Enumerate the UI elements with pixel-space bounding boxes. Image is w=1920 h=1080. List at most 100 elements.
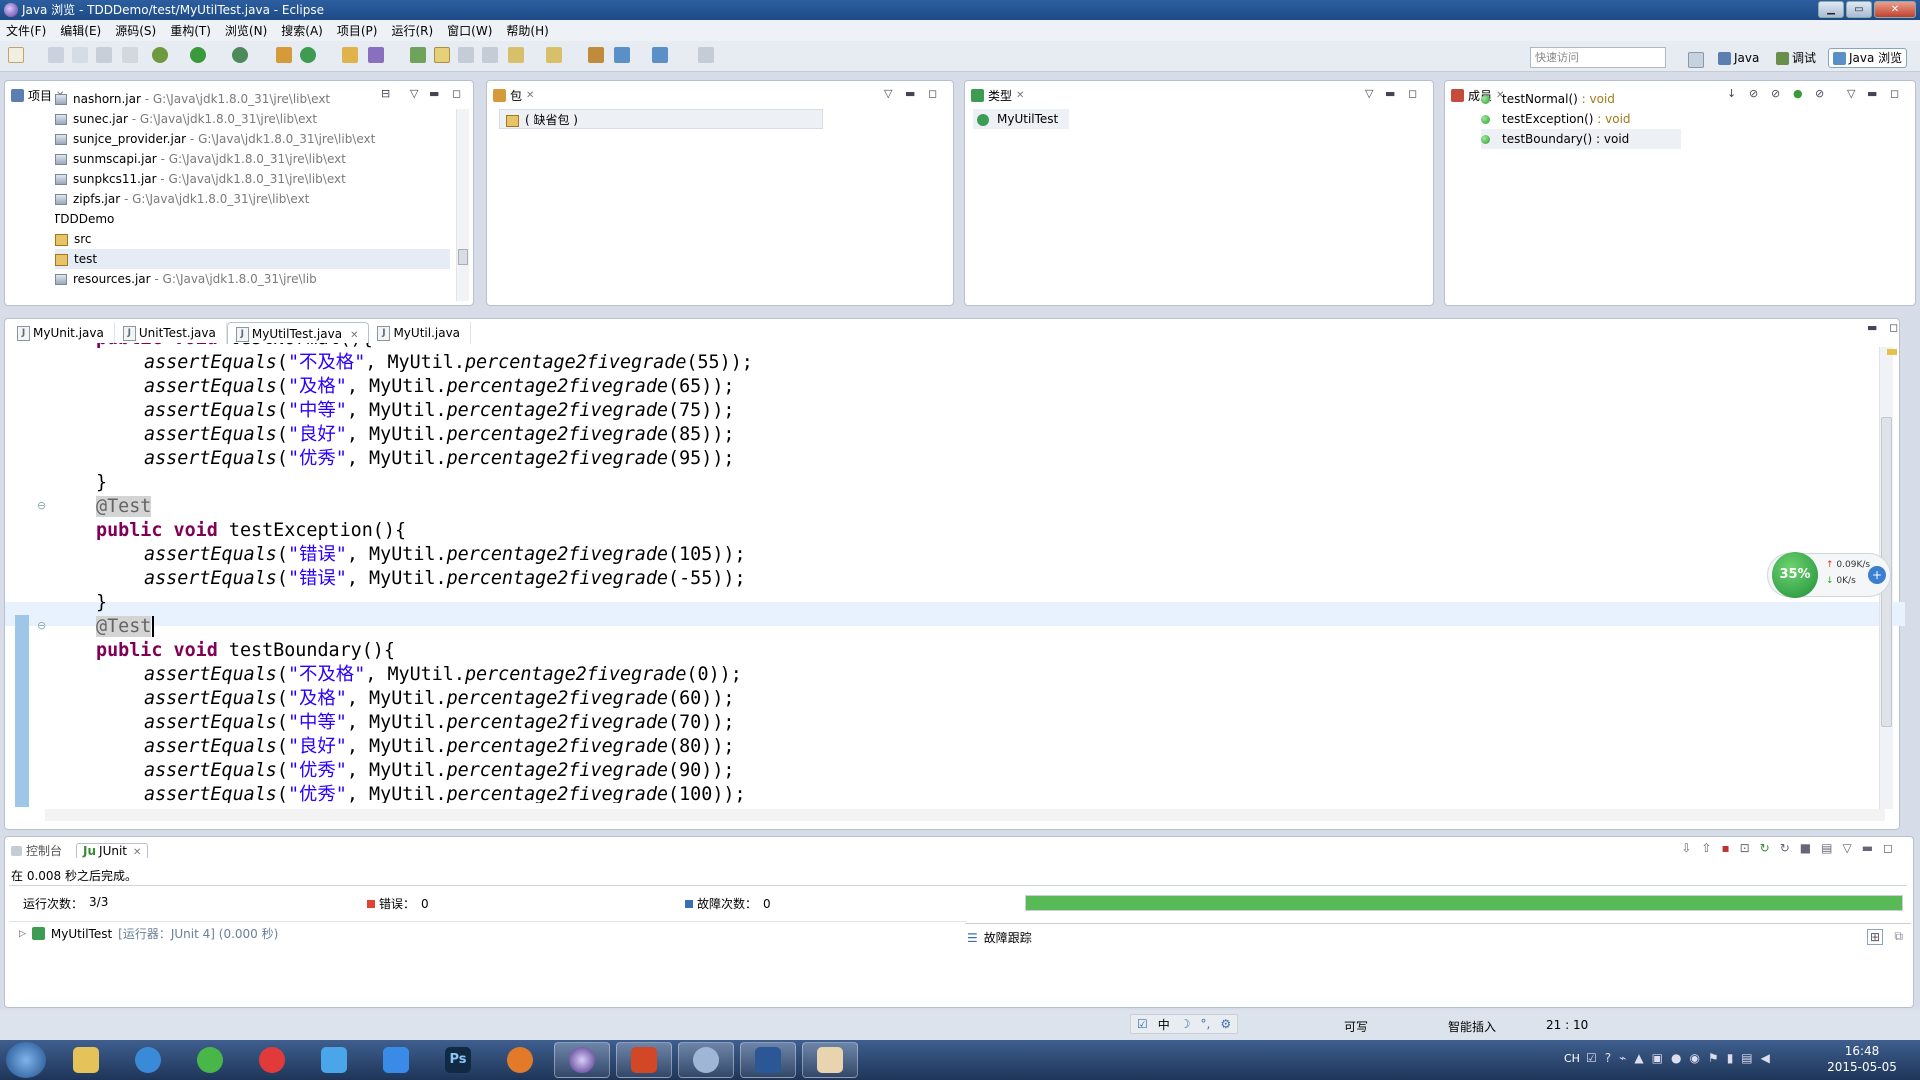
music-taskbar-button[interactable] bbox=[244, 1042, 300, 1078]
hide-static-icon[interactable]: ⊘ bbox=[1771, 87, 1780, 100]
close-icon[interactable]: ✕ bbox=[1016, 90, 1024, 101]
boost-icon[interactable]: + bbox=[1868, 566, 1886, 584]
save-icon[interactable] bbox=[48, 47, 64, 63]
type-item[interactable]: MyUtilTest bbox=[973, 109, 1069, 129]
new-class-icon[interactable] bbox=[300, 47, 316, 63]
search-icon[interactable] bbox=[368, 47, 384, 63]
editor-horizontal-scrollbar[interactable] bbox=[45, 809, 1885, 821]
open-perspective-icon[interactable] bbox=[1688, 52, 1704, 68]
editor-tab-unittest[interactable]: UnitTest.java bbox=[115, 322, 227, 344]
maximize-button[interactable]: ▭ bbox=[1846, 1, 1872, 18]
menu-project[interactable]: 项目(P) bbox=[337, 22, 378, 39]
maximize-view-icon[interactable]: ◻ bbox=[452, 87, 461, 100]
editor-tab-myutiltest[interactable]: MyUtilTest.java✕ bbox=[226, 322, 370, 344]
tree-item[interactable]: resources.jar - G:\Java\jdk1.8.0_31\jre\… bbox=[55, 269, 450, 289]
tray-qq-icon[interactable]: ◉ bbox=[1689, 1051, 1699, 1065]
member-item[interactable]: testException() : void bbox=[1481, 109, 1681, 129]
new-icon[interactable] bbox=[8, 47, 24, 63]
sort-icon[interactable]: ↓ bbox=[1727, 87, 1736, 100]
run-icon[interactable] bbox=[190, 47, 206, 63]
tray-signal-icon[interactable]: ▮ bbox=[1727, 1051, 1734, 1065]
menu-search[interactable]: 搜索(A) bbox=[281, 22, 323, 39]
member-item-selected[interactable]: testBoundary() : void bbox=[1481, 129, 1681, 149]
view-menu-icon[interactable]: ▽ bbox=[1842, 841, 1851, 855]
junit-tab[interactable]: Ju JUnit ✕ bbox=[76, 842, 149, 858]
hide-fields-icon[interactable]: ⊘ bbox=[1749, 87, 1758, 100]
forward-icon[interactable] bbox=[652, 47, 668, 63]
menu-help[interactable]: 帮助(H) bbox=[506, 22, 548, 39]
toggle-highlight-icon[interactable] bbox=[434, 47, 450, 63]
new-package-icon[interactable] bbox=[276, 47, 292, 63]
overview-ruler-marker[interactable] bbox=[1887, 349, 1897, 355]
tray-ime2-icon[interactable]: ⌁ bbox=[1619, 1051, 1626, 1065]
editor-tab-myunit[interactable]: MyUnit.java bbox=[9, 322, 115, 344]
projects-scrollbar[interactable] bbox=[456, 109, 469, 301]
close-tab-icon[interactable]: ✕ bbox=[350, 330, 358, 341]
hide-local-types-icon[interactable]: ⊘ bbox=[1815, 87, 1824, 100]
menu-refactor[interactable]: 重构(T) bbox=[170, 22, 211, 39]
back-icon[interactable] bbox=[614, 47, 630, 63]
tray-app-icon[interactable]: ▣ bbox=[1652, 1051, 1663, 1065]
ie-taskbar-button[interactable] bbox=[120, 1042, 176, 1078]
maximize-view-icon[interactable]: ◻ bbox=[928, 87, 937, 100]
block-selection-icon[interactable] bbox=[458, 47, 474, 63]
tray-network-icon[interactable]: ▤ bbox=[1741, 1051, 1752, 1065]
hide-nonpublic-icon[interactable]: ● bbox=[1793, 87, 1803, 100]
tray-expand-icon[interactable]: ▲ bbox=[1634, 1051, 1643, 1065]
menu-file[interactable]: 文件(F) bbox=[6, 22, 46, 39]
clock[interactable]: 16:48 2015-05-05 bbox=[1822, 1043, 1902, 1075]
browser-taskbar-button[interactable] bbox=[182, 1042, 238, 1078]
photoshop-taskbar-button[interactable]: Ps bbox=[430, 1042, 486, 1078]
quick-access-input[interactable]: 快速访问 bbox=[1530, 47, 1666, 68]
history-icon[interactable]: ▤ bbox=[1821, 841, 1832, 855]
next-edit-icon[interactable] bbox=[508, 47, 524, 63]
ime-toolbar[interactable]: ☑ 中 ☽ °, ⚙ bbox=[1130, 1014, 1239, 1034]
menu-run[interactable]: 运行(R) bbox=[391, 22, 433, 39]
maximize-editor-icon[interactable]: ◻ bbox=[1889, 321, 1898, 334]
minimize-view-icon[interactable]: ▬ bbox=[1862, 841, 1873, 855]
powerpoint-taskbar-button[interactable] bbox=[616, 1042, 672, 1078]
perspective-java[interactable]: Java bbox=[1718, 48, 1759, 68]
start-button[interactable] bbox=[6, 1042, 46, 1078]
tree-item-project[interactable]: ◢TDDDemo bbox=[55, 209, 450, 229]
open-type-icon[interactable] bbox=[342, 47, 358, 63]
minimize-view-icon[interactable]: ▬ bbox=[1385, 87, 1395, 100]
tree-item[interactable]: sunec.jar - G:\Java\jdk1.8.0_31\jre\lib\… bbox=[55, 109, 450, 129]
tray-shield-icon[interactable]: ● bbox=[1671, 1051, 1681, 1065]
tray-volume-icon[interactable]: ◀ bbox=[1761, 1051, 1770, 1065]
paint-taskbar-button[interactable] bbox=[802, 1042, 858, 1078]
code-editor[interactable]: public void testNormal(){ assertEquals("… bbox=[45, 343, 1865, 803]
prev-edit-icon[interactable] bbox=[546, 47, 562, 63]
explorer-taskbar-button[interactable] bbox=[58, 1042, 114, 1078]
scroll-lock-icon[interactable]: ⊡ bbox=[1740, 841, 1750, 855]
show-failures-only-icon[interactable]: ▪ bbox=[1721, 841, 1729, 855]
filter-trace-icon[interactable]: ⊞ bbox=[1866, 929, 1883, 945]
messenger-taskbar-button[interactable] bbox=[306, 1042, 362, 1078]
notes-taskbar-button[interactable] bbox=[368, 1042, 424, 1078]
stop-icon[interactable]: ■ bbox=[1800, 841, 1811, 855]
tree-item[interactable]: zipfs.jar - G:\Java\jdk1.8.0_31\jre\lib\… bbox=[55, 189, 450, 209]
chat-taskbar-button[interactable] bbox=[678, 1042, 734, 1078]
tree-item-selected[interactable]: test bbox=[55, 249, 450, 269]
word-taskbar-button[interactable] bbox=[740, 1042, 796, 1078]
menu-navigate[interactable]: 浏览(N) bbox=[225, 22, 267, 39]
default-package-item[interactable]: ( 缺省包 ) bbox=[499, 109, 823, 129]
menu-window[interactable]: 窗口(W) bbox=[447, 22, 492, 39]
last-edit-icon[interactable] bbox=[588, 47, 604, 63]
pin-editor-icon[interactable] bbox=[698, 47, 714, 63]
perspective-debug[interactable]: 调试 bbox=[1776, 48, 1816, 68]
member-item[interactable]: testNormal() : void bbox=[1481, 89, 1681, 109]
save-all-icon[interactable] bbox=[72, 47, 88, 63]
minimize-view-icon[interactable]: ▬ bbox=[905, 87, 915, 100]
tree-item[interactable]: sunpkcs11.jar - G:\Java\jdk1.8.0_31\jre\… bbox=[55, 169, 450, 189]
maximize-view-icon[interactable]: ◻ bbox=[1890, 87, 1899, 100]
packages-tab[interactable]: 包 ✕ bbox=[493, 86, 534, 104]
compare-result-icon[interactable]: ⧉ bbox=[1894, 929, 1903, 944]
tree-item[interactable]: src bbox=[55, 229, 450, 249]
print-icon[interactable] bbox=[96, 47, 112, 63]
tree-item[interactable]: nashorn.jar - G:\Java\jdk1.8.0_31\jre\li… bbox=[55, 89, 450, 109]
menu-source[interactable]: 源码(S) bbox=[115, 22, 156, 39]
tree-item[interactable]: sunmscapi.jar - G:\Java\jdk1.8.0_31\jre\… bbox=[55, 149, 450, 169]
show-whitespace-icon[interactable] bbox=[482, 47, 498, 63]
tray-ime-icon[interactable]: ☑ bbox=[1586, 1051, 1597, 1065]
